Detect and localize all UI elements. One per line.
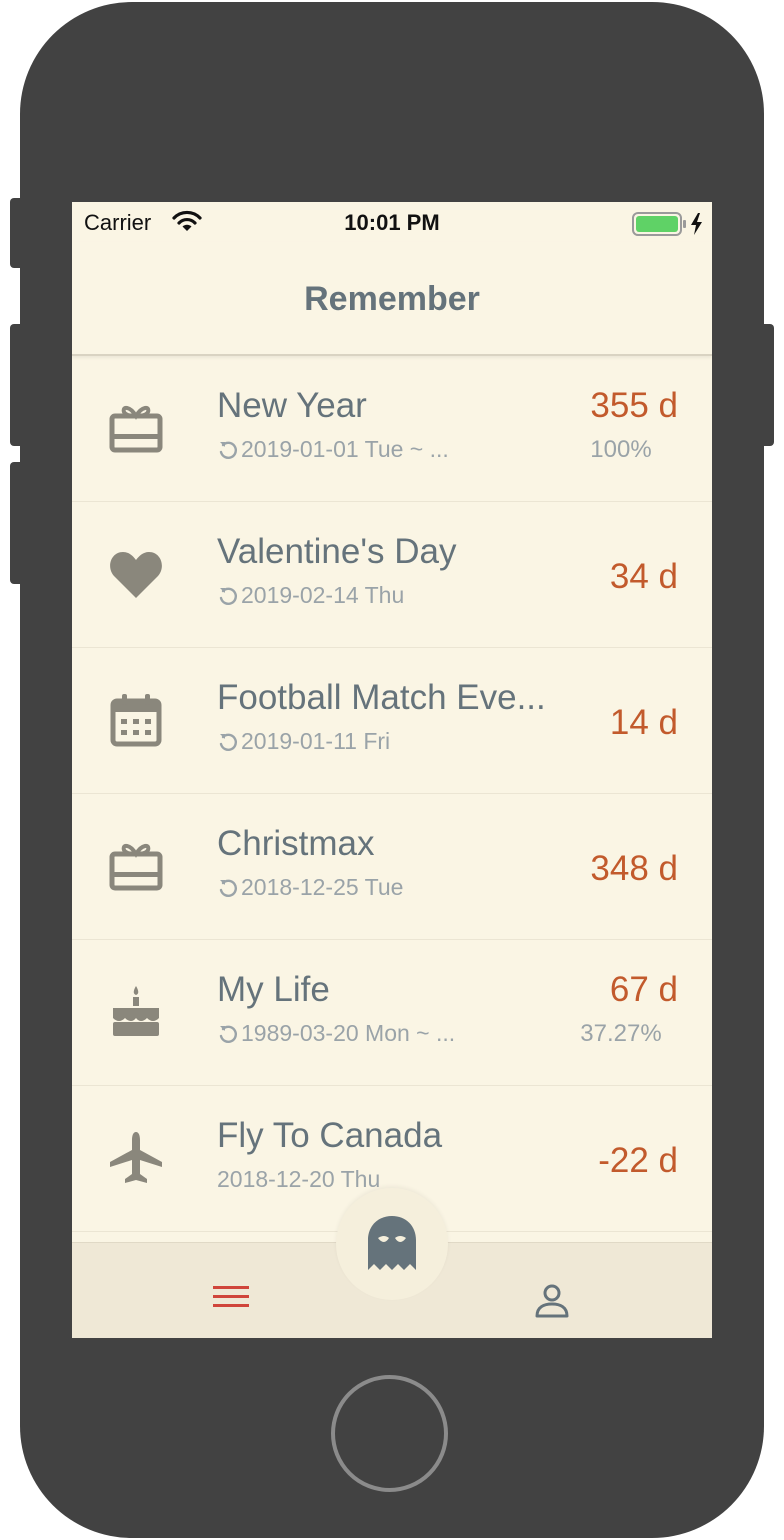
- event-days-count: 67 d: [609, 970, 678, 1009]
- event-date-text: 2018-12-25 Tue: [241, 874, 404, 900]
- app-screen: Carrier 10:01 PM Remember New Year 2019-…: [72, 202, 712, 1338]
- event-progress: 100%: [590, 436, 652, 463]
- event-date: 2018-12-25 Tue: [217, 874, 403, 901]
- menu-list-icon[interactable]: [212, 1283, 250, 1316]
- event-progress: 37.27%: [580, 1020, 662, 1047]
- mute-switch: [10, 198, 24, 268]
- event-date-text: 2019-01-11 Fri: [241, 728, 391, 754]
- ghost-icon: [366, 1214, 418, 1277]
- calendar-icon: [108, 692, 164, 748]
- profile-icon[interactable]: [534, 1283, 570, 1324]
- repeat-icon: [219, 587, 237, 605]
- repeat-icon: [219, 733, 237, 751]
- event-date: 1989-03-20 Mon ~ ...: [217, 1020, 455, 1047]
- home-button[interactable]: [331, 1375, 448, 1492]
- event-days-count: 348 d: [590, 849, 678, 888]
- volume-up-button: [10, 324, 24, 446]
- event-row[interactable]: New Year 2019-01-01 Tue ~ ... 355 d 100%: [72, 356, 712, 502]
- event-row[interactable]: Valentine's Day 2019-02-14 Thu 34 d: [72, 502, 712, 648]
- event-date: 2019-02-14 Thu: [217, 582, 404, 609]
- event-name: Christmax: [217, 824, 375, 863]
- gift-card-icon: [108, 838, 164, 894]
- event-name: Valentine's Day: [217, 532, 457, 571]
- event-row[interactable]: My Life 1989-03-20 Mon ~ ... 67 d 37.27%: [72, 940, 712, 1086]
- status-bar: Carrier 10:01 PM: [72, 202, 712, 242]
- event-days-count: 355 d: [590, 386, 678, 425]
- event-date: 2019-01-01 Tue ~ ...: [217, 436, 449, 463]
- event-days-count: 34 d: [609, 557, 678, 596]
- event-row[interactable]: Football Match Eve... 2019-01-11 Fri 14 …: [72, 648, 712, 794]
- event-days-count: -22 d: [598, 1141, 678, 1180]
- event-list[interactable]: New Year 2019-01-01 Tue ~ ... 355 d 100%…: [72, 356, 712, 1232]
- event-name: My Life: [217, 970, 330, 1009]
- power-button: [760, 324, 774, 446]
- heart-icon: [108, 546, 164, 602]
- navigation-bar: Remember: [72, 242, 712, 356]
- birthday-cake-icon: [108, 984, 164, 1040]
- repeat-icon: [219, 1025, 237, 1043]
- event-date-text: 1989-03-20 Mon ~ ...: [241, 1020, 456, 1046]
- event-days-count: 14 d: [609, 703, 678, 742]
- page-title: Remember: [304, 280, 480, 318]
- gift-card-icon: [108, 400, 164, 456]
- event-date-text: 2019-02-14 Thu: [241, 582, 405, 608]
- repeat-icon: [219, 879, 237, 897]
- event-name: Football Match Eve...: [217, 678, 546, 717]
- event-date: 2018-12-20 Thu: [217, 1166, 380, 1193]
- event-name: New Year: [217, 386, 367, 425]
- event-date: 2019-01-11 Fri: [217, 728, 390, 755]
- battery-icon: [632, 211, 706, 242]
- event-date-text: 2019-01-01 Tue ~ ...: [241, 436, 449, 462]
- status-time: 10:01 PM: [344, 210, 440, 235]
- event-name: Fly To Canada: [217, 1116, 443, 1155]
- event-date-text: 2018-12-20 Thu: [217, 1166, 381, 1192]
- volume-down-button: [10, 462, 24, 584]
- ghost-tab-button[interactable]: [336, 1188, 448, 1300]
- event-row[interactable]: Christmax 2018-12-25 Tue 348 d: [72, 794, 712, 940]
- airplane-icon: [108, 1130, 164, 1186]
- repeat-icon: [219, 441, 237, 459]
